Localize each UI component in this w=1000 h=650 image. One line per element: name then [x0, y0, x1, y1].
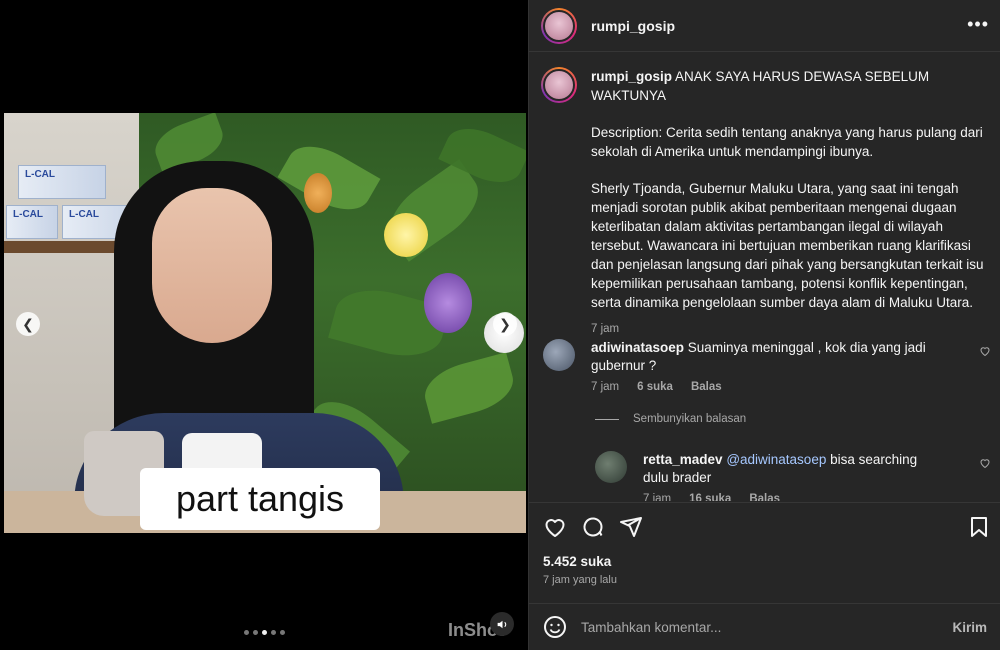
posted-time: 7 jam yang lalu — [543, 574, 617, 586]
comment-icon[interactable] — [581, 515, 607, 541]
reply-likes[interactable]: 16 suka — [689, 493, 731, 501]
comment-likes[interactable]: 6 suka — [637, 381, 673, 393]
caption-overlay: part tangis — [140, 468, 380, 530]
comment-meta: 7 jam 6 suka Balas — [591, 381, 722, 393]
prev-arrow-icon[interactable]: ❮ — [16, 312, 40, 336]
next-arrow-icon[interactable]: ❯ — [493, 312, 517, 336]
person-face — [152, 188, 272, 343]
author-username[interactable]: rumpi_gosip — [591, 18, 675, 34]
video-frame[interactable]: L-CAL L-CAL L-CAL part tangis — [4, 113, 526, 533]
carousel-dot — [244, 630, 249, 635]
reply-button[interactable]: Balas — [749, 493, 780, 501]
emoji-icon[interactable] — [543, 615, 567, 639]
reply-username[interactable]: retta_madev — [643, 452, 723, 467]
reply-meta: 7 jam 16 suka Balas — [643, 493, 780, 501]
leaf — [419, 352, 519, 424]
carousel-dots — [244, 630, 285, 635]
comment-composer: Kirim — [529, 603, 1000, 650]
yellow-flower — [384, 213, 428, 257]
comment-time: 7 jam — [591, 381, 620, 393]
caption-time: 7 jam — [591, 323, 620, 335]
carousel-dot-active — [262, 630, 267, 635]
reply-time: 7 jam — [643, 493, 672, 501]
orchid-flower — [424, 273, 472, 333]
save-icon[interactable] — [967, 515, 993, 541]
like-icon[interactable] — [543, 515, 569, 541]
audio-toggle-button[interactable] — [490, 612, 514, 636]
reply-like-icon[interactable] — [979, 457, 991, 472]
post-comment-button[interactable]: Kirim — [952, 620, 987, 635]
commenter-avatar[interactable] — [543, 339, 575, 371]
carousel-dot — [280, 630, 285, 635]
caption-body: Sherly Tjoanda, Gubernur Maluku Utara, y… — [591, 181, 984, 310]
hide-replies-button[interactable]: Sembunyikan balasan — [595, 413, 746, 425]
author-avatar[interactable] — [541, 7, 577, 44]
post-header: rumpi_gosip ••• — [529, 0, 1000, 52]
reply-button[interactable]: Balas — [691, 381, 722, 393]
post-panel: rumpi_gosip ••• rumpi_gosip ANAK SAYA HA… — [528, 0, 1000, 650]
carousel-dot — [253, 630, 258, 635]
product-box: L-CAL — [18, 165, 106, 199]
caption-username[interactable]: rumpi_gosip — [591, 69, 672, 84]
likes-count[interactable]: 5.452 suka — [543, 554, 611, 569]
product-box: L-CAL — [6, 205, 58, 239]
action-bar — [529, 502, 1000, 550]
caption-description: Description: Cerita sedih tentang anakny… — [591, 125, 983, 159]
author-avatar[interactable] — [541, 67, 577, 103]
carousel-dot — [271, 630, 276, 635]
speaker-icon — [497, 620, 506, 628]
orange-flower — [304, 173, 332, 213]
hide-replies-label: Sembunyikan balasan — [633, 413, 747, 425]
reply-mention[interactable]: @adiwinatasoep — [726, 452, 826, 467]
replier-avatar[interactable] — [595, 451, 627, 483]
comment-username[interactable]: adiwinatasoep — [591, 340, 684, 355]
share-icon[interactable] — [619, 515, 645, 541]
comments-section[interactable]: rumpi_gosip ANAK SAYA HARUS DEWASA SEBEL… — [529, 53, 1000, 501]
comment-input[interactable] — [581, 619, 953, 635]
comment-like-icon[interactable] — [979, 345, 991, 360]
more-options-icon[interactable]: ••• — [967, 14, 989, 35]
media-viewer: L-CAL L-CAL L-CAL part tangis ❮ ❯ InShot — [0, 0, 528, 650]
